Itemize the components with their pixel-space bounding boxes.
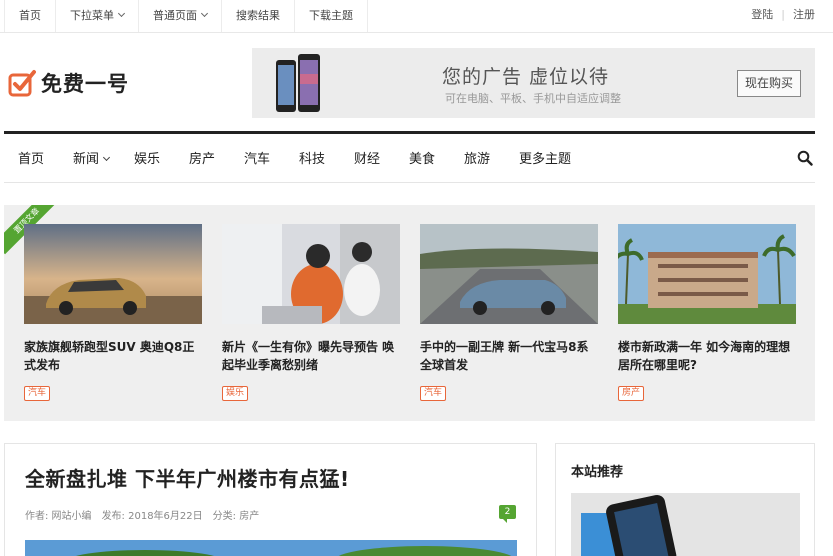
top-nav-download-theme[interactable]: 下载主题 <box>295 0 368 32</box>
phone-image <box>276 54 320 112</box>
site-name: 免费一号 <box>41 72 129 96</box>
site-logo[interactable]: 免费一号 <box>8 68 129 98</box>
sidebar-recommended: 本站推荐 <box>555 443 815 556</box>
nav-item-home[interactable]: 首页 <box>18 148 44 167</box>
card-title: 手中的一副王牌 新一代宝马8系全球首发 <box>420 340 589 372</box>
recommended-image[interactable] <box>571 493 800 556</box>
article-title[interactable]: 全新盘扎堆 下半年广州楼市有点猛! <box>25 463 350 492</box>
nav-item-food[interactable]: 美食 <box>409 148 435 167</box>
top-nav-search-results[interactable]: 搜索结果 <box>222 0 295 32</box>
comment-count-badge[interactable]: 2 <box>499 505 516 523</box>
main-nav: 首页 新闻 娱乐 房产 汽车 科技 财经 美食 旅游 更多主题 <box>4 131 815 183</box>
nav-item-more-themes[interactable]: 更多主题 <box>519 148 571 167</box>
category-tag[interactable]: 娱乐 <box>222 386 249 401</box>
chevron-down-icon <box>117 9 126 18</box>
article-thumbnail <box>24 224 202 324</box>
login-link[interactable]: 登陆 <box>751 0 773 32</box>
featured-card[interactable]: 手中的一副王牌 新一代宝马8系全球首发 汽车 <box>420 224 600 401</box>
ad-title: 您的广告 虚位以待 <box>442 66 610 88</box>
article-category[interactable]: 分类: 房产 <box>213 507 260 522</box>
nav-item-real-estate[interactable]: 房产 <box>189 148 215 167</box>
category-tag[interactable]: 房产 <box>618 386 645 401</box>
register-link[interactable]: 注册 <box>793 0 815 32</box>
featured-card[interactable]: 家族旗舰轿跑型SUV 奥迪Q8正式发布 汽车 <box>24 224 204 401</box>
nav-item-travel[interactable]: 旅游 <box>464 148 490 167</box>
top-nav-home[interactable]: 首页 <box>4 0 56 32</box>
article-thumbnail <box>222 224 400 324</box>
top-nav: 首页 下拉菜单 普通页面 搜索结果 下载主题 <box>4 0 368 32</box>
featured-card[interactable]: 新片《一生有你》曝先导预告 唤起毕业季离愁别绪 娱乐 <box>222 224 402 401</box>
nav-item-tech[interactable]: 科技 <box>299 148 325 167</box>
featured-section: 置顶文章 家族旗舰轿跑型SUV 奥迪Q8正式发布 汽车 新片《一生有你》曝先导预… <box>4 205 815 421</box>
ad-banner[interactable]: 您的广告 虚位以待 可在电脑、平板、手机中自适应调整 现在购买 <box>252 48 815 118</box>
nav-item-news[interactable]: 新闻 <box>73 148 111 167</box>
chevron-down-icon <box>102 153 111 162</box>
category-tag[interactable]: 汽车 <box>24 386 51 401</box>
nav-item-entertainment[interactable]: 娱乐 <box>134 148 160 167</box>
article-thumbnail <box>420 224 598 324</box>
card-title: 家族旗舰轿跑型SUV 奥迪Q8正式发布 <box>24 340 195 372</box>
chevron-down-icon <box>200 9 209 18</box>
article-image <box>25 540 517 556</box>
buy-now-button[interactable]: 现在购买 <box>737 70 801 97</box>
article-date: 发布: 2018年6月22日 <box>101 511 203 522</box>
top-nav-dropdown-menu[interactable]: 下拉菜单 <box>56 0 139 32</box>
nav-item-finance[interactable]: 财经 <box>354 148 380 167</box>
auth-divider: | <box>781 8 785 21</box>
sidebar-title: 本站推荐 <box>571 465 624 480</box>
search-icon[interactable] <box>797 150 813 166</box>
ad-subtitle: 可在电脑、平板、手机中自适应调整 <box>445 92 621 105</box>
checkbox-check-icon <box>8 70 36 97</box>
featured-card[interactable]: 楼市新政满一年 如今海南的理想居所在哪里呢? 房产 <box>612 224 798 401</box>
article-card: 全新盘扎堆 下半年广州楼市有点猛! 作者: 网站小编 发布: 2018年6月22… <box>4 443 537 556</box>
top-nav-normal-page[interactable]: 普通页面 <box>139 0 222 32</box>
article-author: 作者: 网站小编 <box>25 511 92 522</box>
card-title: 新片《一生有你》曝先导预告 唤起毕业季离愁别绪 <box>222 340 395 372</box>
card-title: 楼市新政满一年 如今海南的理想居所在哪里呢? <box>618 340 791 372</box>
top-bar: 首页 下拉菜单 普通页面 搜索结果 下载主题 登陆 | 注册 <box>0 0 833 33</box>
category-tag[interactable]: 汽车 <box>420 386 447 401</box>
article-thumbnail <box>612 224 796 324</box>
article-meta: 作者: 网站小编 发布: 2018年6月22日 分类: 房产 <box>25 507 259 522</box>
nav-item-auto[interactable]: 汽车 <box>244 148 270 167</box>
auth-links: 登陆 | 注册 <box>751 0 815 32</box>
